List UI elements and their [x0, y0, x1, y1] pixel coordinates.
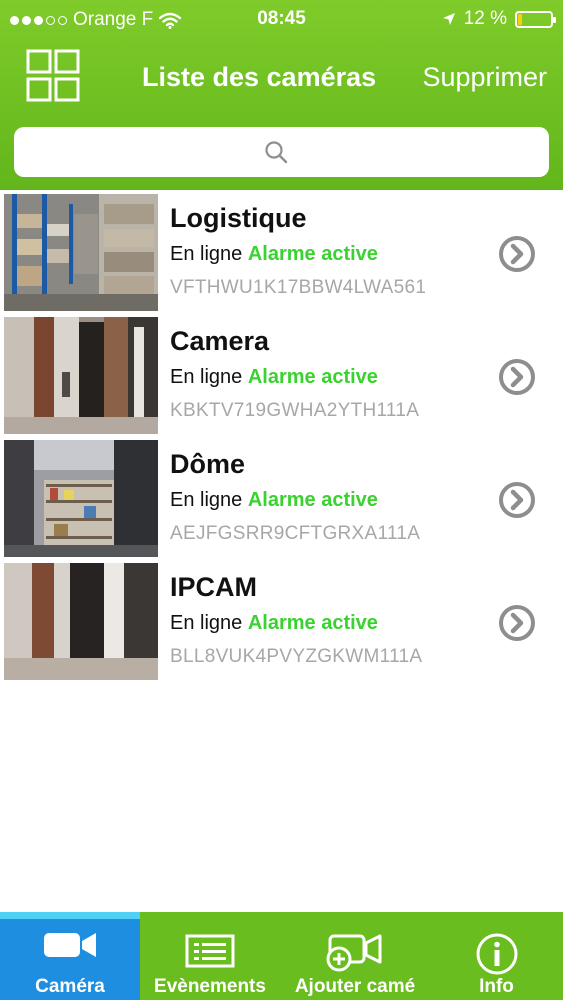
- info-icon: [476, 933, 517, 975]
- page-title: Liste des caméras: [142, 62, 377, 92]
- tab-info[interactable]: Info: [430, 912, 563, 1000]
- battery-icon: [515, 10, 556, 28]
- camera-thumbnail: [4, 317, 158, 434]
- battery-percent: 12 %: [463, 8, 507, 29]
- list-icon: [185, 934, 235, 968]
- online-status: En ligne: [170, 366, 243, 388]
- camera-list: Logistique En ligne Alarme active VFTHWU…: [0, 193, 563, 685]
- camera-status: En ligne Alarme active: [170, 489, 378, 512]
- camera-thumbnail: [4, 194, 158, 311]
- online-status: En ligne: [170, 489, 243, 511]
- tab-camera[interactable]: Caméra: [0, 912, 140, 1000]
- camera-thumbnail: [4, 563, 158, 680]
- status-bar: Orange F 08:45 12 %: [0, 0, 563, 40]
- camera-name: Dôme: [170, 449, 246, 479]
- add-camera-icon: [326, 934, 382, 972]
- grid-view-button[interactable]: [24, 48, 84, 104]
- camera-name: Logistique: [170, 203, 307, 233]
- chevron-right-icon[interactable]: [498, 481, 536, 519]
- chevron-right-icon[interactable]: [498, 604, 536, 642]
- chevron-right-icon[interactable]: [498, 358, 536, 396]
- search-icon: [265, 141, 288, 164]
- camera-id: AEJFGSRR9CFTGRXA111A: [170, 523, 421, 544]
- nav-bar: Liste des caméras Supprimer: [0, 40, 563, 112]
- camera-row[interactable]: Logistique En ligne Alarme active VFTHWU…: [0, 193, 563, 316]
- camera-name: Camera: [170, 326, 270, 356]
- camera-status: En ligne Alarme active: [170, 366, 378, 389]
- tab-add-camera[interactable]: Ajouter camé: [280, 912, 430, 1000]
- online-status: En ligne: [170, 243, 243, 265]
- tab-add-camera-label: Ajouter camé: [294, 976, 416, 997]
- search-input[interactable]: [14, 127, 549, 177]
- alarm-status: Alarme active: [247, 489, 378, 511]
- tab-bar: Caméra Evènements Ajouter camé Info: [0, 912, 563, 1000]
- tab-info-label: Info: [479, 976, 514, 997]
- camera-status: En ligne Alarme active: [170, 612, 378, 635]
- camera-name: IPCAM: [170, 572, 257, 602]
- online-status: En ligne: [170, 612, 243, 634]
- chevron-right-icon[interactable]: [498, 235, 536, 273]
- alarm-status: Alarme active: [247, 612, 378, 634]
- alarm-status: Alarme active: [247, 366, 378, 388]
- camera-thumbnail: [4, 440, 158, 557]
- grid-icon: [26, 49, 80, 102]
- location-arrow-icon: [442, 13, 455, 25]
- tab-events-label: Evènements: [154, 976, 266, 997]
- camera-row[interactable]: Camera En ligne Alarme active KBKTV719GW…: [0, 316, 563, 439]
- header: Orange F 08:45 12 % Liste des caméras Su…: [0, 0, 563, 190]
- tab-events[interactable]: Evènements: [140, 912, 280, 1000]
- alarm-status: Alarme active: [247, 243, 378, 265]
- camera-id: VFTHWU1K17BBW4LWA561: [170, 277, 427, 298]
- camera-id: KBKTV719GWHA2YTH111A: [170, 400, 420, 421]
- camera-row[interactable]: IPCAM En ligne Alarme active BLL8VUK4PVY…: [0, 562, 563, 685]
- camera-status: En ligne Alarme active: [170, 243, 378, 266]
- camera-id: BLL8VUK4PVYZGKWM111A: [170, 646, 423, 667]
- video-camera-icon: [44, 933, 96, 957]
- camera-row[interactable]: Dôme En ligne Alarme active AEJFGSRR9CFT…: [0, 439, 563, 562]
- tab-camera-label: Caméra: [35, 976, 105, 997]
- delete-button[interactable]: Supprimer: [422, 62, 547, 93]
